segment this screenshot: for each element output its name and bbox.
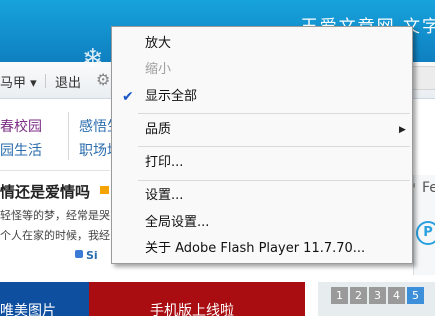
logout-link[interactable]: 退出 — [55, 72, 81, 91]
menu-item-label: 放大 — [145, 36, 172, 51]
link-campus-life[interactable]: 园生活 — [0, 140, 42, 160]
menu-item-global-settings[interactable]: 全局设置... — [112, 211, 412, 235]
menu-item-label: 全局设置... — [145, 215, 210, 230]
submenu-arrow-icon: ▶ — [399, 125, 406, 135]
menu-item-label: 显示全部 — [145, 89, 198, 104]
pinterest-icon[interactable]: P — [416, 221, 435, 245]
flash-context-menu: 放大 缩小 ✔ 显示全部 品质 ▶ 打印... 设置... 全局设置... 关于… — [111, 26, 413, 264]
mobile-banner[interactable]: 手机版上线啦 — [89, 282, 305, 319]
gallery-banner-label: 唯美图片 — [0, 303, 56, 319]
mobile-banner-label: 手机版上线啦 — [150, 303, 234, 319]
menu-item-about-flash[interactable]: 关于 Adobe Flash Player 11.7.70... — [112, 237, 412, 261]
share-sina-link[interactable]: Si — [86, 249, 98, 262]
menu-item-label: 设置... — [145, 188, 184, 203]
pager-page-1[interactable]: 1 — [331, 287, 348, 304]
pager-page-4[interactable]: 4 — [388, 287, 405, 304]
slideshow-pager: 1 2 3 4 5 — [331, 287, 424, 304]
article-excerpt: 轻怪等的梦，经常是哭 — [0, 209, 110, 222]
article-headline[interactable]: 情还是爱情吗 — [0, 181, 90, 202]
menu-item-settings[interactable]: 设置... — [112, 184, 412, 208]
menu-separator — [138, 146, 410, 147]
nav-divider — [45, 74, 46, 88]
menu-item-quality[interactable]: 品质 ▶ — [112, 118, 412, 142]
menu-separator — [138, 180, 410, 181]
menu-item-zoom-in[interactable]: 放大 — [112, 32, 412, 56]
link-spring-campus[interactable]: 春校园 — [0, 116, 42, 136]
menu-item-label: 打印... — [145, 155, 184, 170]
checkmark-icon: ✔ — [122, 89, 134, 105]
menu-separator — [138, 113, 410, 114]
pager-page-5[interactable]: 5 — [407, 287, 424, 304]
snowflake-icon: ❄ — [82, 44, 104, 74]
new-badge-icon — [100, 186, 109, 194]
menu-item-label: 缩小 — [145, 62, 172, 77]
article-excerpt: 个人在家的时候，我经 — [0, 229, 110, 242]
menu-item-show-all[interactable]: ✔ 显示全部 — [112, 85, 412, 109]
sina-weibo-icon — [75, 250, 83, 258]
menu-item-zoom-out: 缩小 — [112, 58, 412, 82]
menu-item-label: 关于 Adobe Flash Player 11.7.70... — [145, 241, 366, 256]
link-divider — [68, 112, 69, 160]
menu-item-print[interactable]: 打印... — [112, 151, 412, 175]
gallery-banner[interactable]: 唯美图片 — [0, 282, 89, 319]
pager-page-3[interactable]: 3 — [369, 287, 386, 304]
divider — [0, 170, 110, 171]
menu-item-label: 品质 — [145, 122, 172, 137]
right-panel-text: Fe — [422, 180, 435, 196]
pager-page-2[interactable]: 2 — [350, 287, 367, 304]
username-dropdown[interactable]: 马甲 ▾ — [0, 72, 37, 91]
